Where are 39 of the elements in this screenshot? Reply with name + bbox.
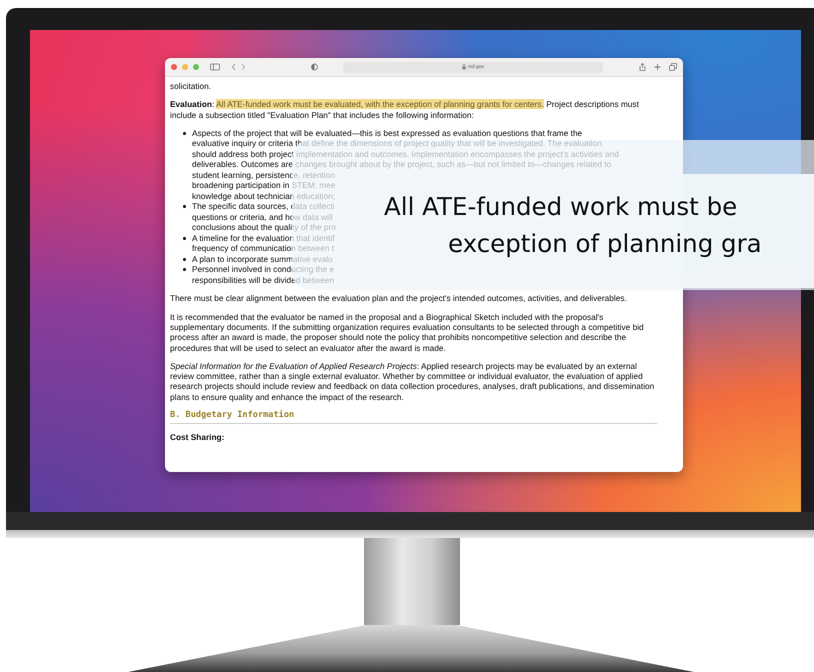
paragraph-text: It is recommended that the evaluator be named in the proposal and a Biographical Sketch included with the proposal's supplementary documents. If the submitting organization requires evaluation consultants to be selected through a competitive bid process after an award is made, the proposer should note the policy that prohibits noncompetitive selection and describe the procedures that will be used to select an evaluator after the award is made. [170,312,645,353]
callout-text: exception of planning gra [448,228,762,260]
paragraph-text: solicitation. [170,81,212,92]
bullet-dot [183,236,186,240]
minimize-button[interactable] [182,64,188,70]
back-icon[interactable] [231,63,236,71]
list-item-text: conclusions about the quality of the pro [192,222,336,233]
list-item-text: The specific data sources, data collecti [192,201,335,212]
list-item-text: frequency of communication between t [192,243,334,254]
list-item-text: A plan to incorporate summative evalu [192,254,333,264]
paragraph-text: There must be clear alignment between the evaluation plan and the project's intended outcomes, activities, and deliverables. [170,293,628,304]
sidebar-icon[interactable] [210,63,220,71]
bullet-dot [183,132,186,135]
share-icon[interactable] [639,63,646,71]
list-item-text: deliverables. Outcomes are changes brought about by the project, such as—but not limited to—changes related to [192,159,612,170]
paragraph-text: Evaluation: All ATE-funded work must be evaluated, with the exception of planning grants for centers. Project descriptions must include a subsection titled "Evaluation Plan" that includes the following information: [170,99,640,120]
tabs-icon[interactable] [669,63,677,71]
list-item-text: Personnel involved in conducting the e [192,264,334,275]
list-item-text: should address both project implementation and outcomes. Implementation encompasses the project's activities and [192,148,619,160]
list-item-text: questions or criteria, and how data will [192,212,333,222]
callout-text: All ATE-funded work must be [384,191,738,223]
bullet-dot [183,268,186,272]
list-item-text: knowledge about technician education; [192,190,335,202]
forward-icon[interactable] [241,63,246,71]
bullet-dot [183,258,186,261]
lock-icon[interactable] [462,63,466,71]
list-item-text: Aspects of the project that will be evaluated—this is best expressed as evaluation questions that frame the [192,128,582,138]
subheading: Cost Sharing: [170,432,226,443]
list-item-text: evaluative inquiry or criteria that define the dimensions of project quality that will be investigated. The evaluation [192,138,602,149]
list-item-text: broadening participation in STEM; mee [192,180,336,191]
list-item-text: student learning, persistence, retention [192,170,335,180]
bullet-dot [183,205,186,208]
list-item-text: A timeline for the evaluation that identif [192,232,335,244]
section-heading: B. Budgetary Information [170,410,657,424]
close-button[interactable] [171,64,177,70]
plus-icon[interactable] [654,63,661,71]
zoom-button[interactable] [193,64,199,70]
paragraph-text: Special Information for the Evaluation of Applied Research Projects: Applied research projects may be evaluated by an external review committee, rather than a single external evaluator. Whether by committee or individual evaluator, the evaluation of applied research projects should include review and feedback on data collection procedures, analyses, draft publications, and dissemination plans to ensure quality and enhance the impact of the research. [170,360,656,402]
list-item-text: responsibilities will be divided between [192,274,334,286]
